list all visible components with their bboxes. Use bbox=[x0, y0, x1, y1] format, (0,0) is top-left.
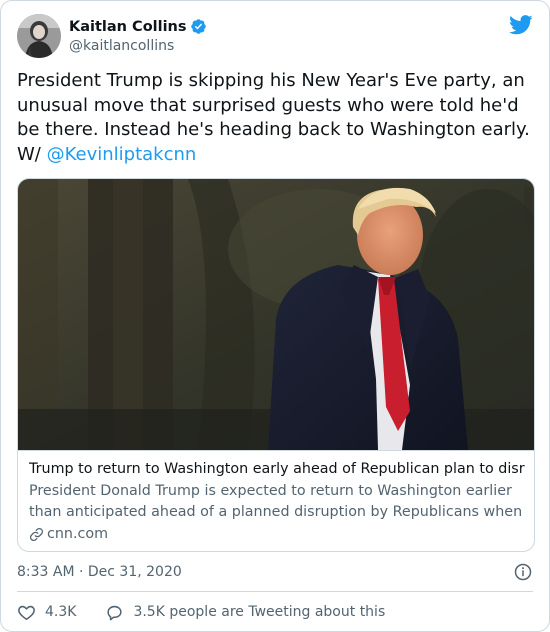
user-handle[interactable]: @kaitlancollins bbox=[69, 38, 207, 54]
verified-badge-icon bbox=[190, 19, 206, 34]
twitter-bird-icon[interactable] bbox=[509, 15, 533, 35]
like-count: 4.3K bbox=[45, 604, 77, 620]
card-text[interactable]: Trump to return to Washington early ahea… bbox=[18, 450, 534, 551]
divider bbox=[17, 591, 533, 592]
tweet-header: Kaitlan Collins @kaitlancollins bbox=[17, 11, 533, 61]
card-domain-text[interactable]: cnn.com bbox=[47, 524, 108, 545]
card-title[interactable]: Trump to return to Washington early ahea… bbox=[29, 458, 525, 480]
reply-label: 3.5K people are Tweeting about this bbox=[133, 604, 386, 620]
tweet-card[interactable]: Kaitlan Collins @kaitlancollins Presiden… bbox=[0, 0, 550, 632]
tweet-text: President Trump is skipping his New Year… bbox=[17, 69, 537, 167]
tweet-timestamp[interactable]: 8:33 AM · Dec 31, 2020 bbox=[17, 561, 182, 583]
avatar[interactable] bbox=[17, 14, 61, 58]
article-image[interactable] bbox=[18, 179, 535, 450]
like-button[interactable]: 4.3K bbox=[17, 603, 76, 622]
card-description: President Donald Trump is expected to re… bbox=[29, 483, 523, 520]
link-card[interactable]: Trump to return to Washington early ahea… bbox=[17, 178, 535, 552]
card-domain[interactable]: cnn.com bbox=[29, 524, 525, 545]
mention-link[interactable]: @Kevinliptakcnn bbox=[47, 144, 197, 165]
reply-button[interactable]: 3.5K people are Tweeting about this bbox=[105, 603, 385, 622]
display-name[interactable]: Kaitlan Collins bbox=[69, 19, 187, 35]
tweet-actions: 4.3K 3.5K people are Tweeting about this bbox=[17, 601, 385, 623]
link-icon bbox=[29, 527, 44, 542]
info-icon[interactable] bbox=[513, 562, 533, 582]
speech-bubble-icon bbox=[107, 605, 123, 620]
heart-icon bbox=[18, 605, 35, 620]
